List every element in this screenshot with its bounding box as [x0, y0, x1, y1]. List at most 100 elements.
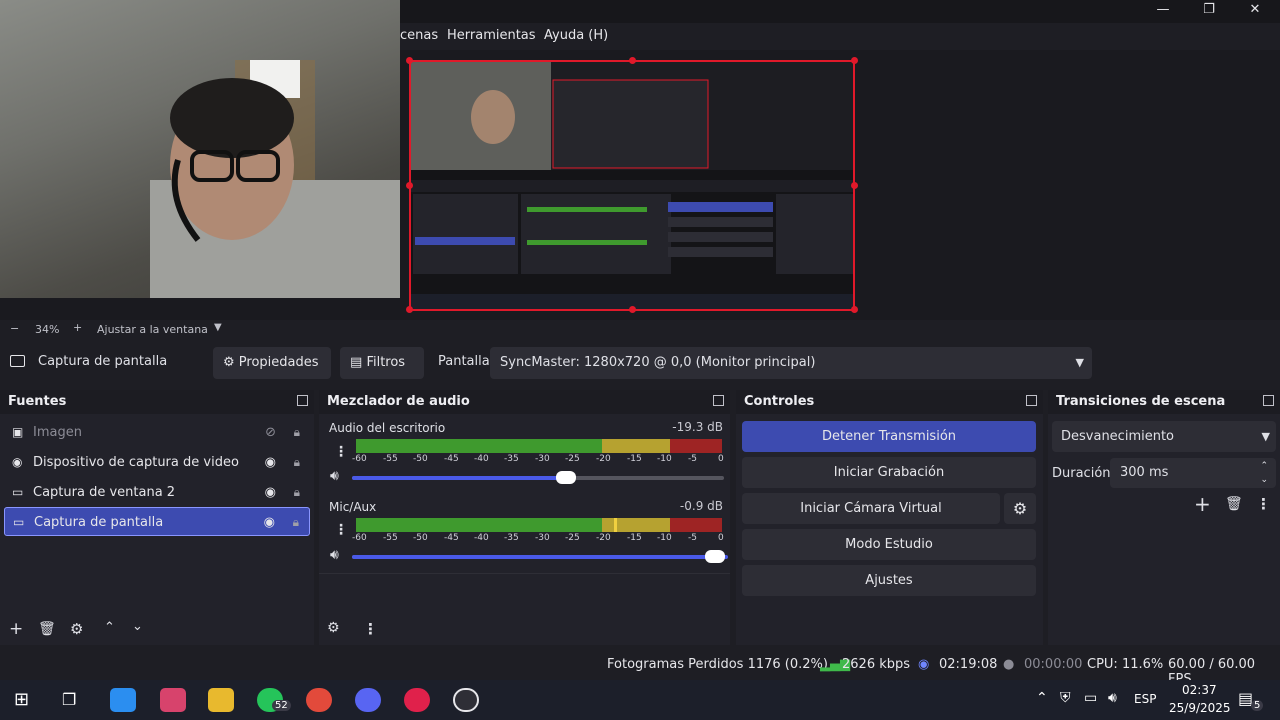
monitor-icon	[10, 355, 25, 367]
move-down-icon[interactable]: ⌄	[132, 619, 143, 634]
obs-icon[interactable]	[453, 688, 479, 712]
display-select[interactable]: SyncMaster: 1280x720 @ 0,0 (Monitor prin…	[490, 347, 1092, 379]
transition-menu-icon[interactable]: ⋮	[1256, 495, 1271, 513]
shield-icon[interactable]: ⛨	[1060, 690, 1071, 706]
clock-time[interactable]: 02:37	[1182, 683, 1217, 697]
controls-dock-title: Controles	[736, 390, 1043, 414]
gear-icon[interactable]: ⚙	[70, 620, 83, 638]
resize-handle-tl[interactable]	[406, 57, 413, 64]
add-transition-icon[interactable]: +	[1194, 492, 1211, 516]
source-item-window-capture[interactable]: ▭ Captura de ventana 2 ◉ 🔒︎	[4, 478, 310, 507]
zoom-out-button[interactable]: −	[10, 322, 19, 335]
store-icon[interactable]	[110, 688, 136, 712]
menu-help[interactable]: Ayuda (H)	[544, 28, 608, 43]
discord-icon[interactable]	[355, 688, 381, 712]
lock-icon[interactable]: 🔒︎	[293, 508, 299, 537]
properties-button[interactable]: ⚙ Propiedades	[213, 347, 331, 379]
preview-canvas[interactable]	[406, 57, 858, 313]
fit-to-window-label[interactable]: Ajustar a la ventana	[97, 323, 208, 336]
tick-label: -60	[352, 454, 367, 464]
zoom-dropdown-icon[interactable]: ▼	[214, 322, 222, 333]
start-virtual-camera-button[interactable]: Iniciar Cámara Virtual	[742, 493, 1000, 524]
undock-icon[interactable]	[713, 395, 724, 406]
advanced-audio-icon[interactable]: ⚙	[327, 620, 340, 636]
tick-label: -10	[657, 533, 672, 543]
eye-icon[interactable]: ◉	[264, 508, 275, 537]
clock-date[interactable]: 25/9/2025	[1169, 701, 1231, 715]
task-view-icon[interactable]: ❐	[62, 690, 76, 709]
source-label: Imagen	[33, 425, 82, 440]
network-icon[interactable]: ▭	[1084, 690, 1097, 706]
settings-button[interactable]: Ajustes	[742, 565, 1036, 596]
spin-down-icon[interactable]: ⌄	[1260, 465, 1268, 495]
volume-slider-mic[interactable]	[352, 550, 728, 563]
volume-fill	[352, 476, 567, 480]
tray-expand-icon[interactable]: ⌃	[1036, 690, 1048, 706]
paint-icon[interactable]	[160, 688, 186, 712]
source-item-image[interactable]: ▣ Imagen ⊘ 🔒︎	[4, 418, 310, 447]
controls-dock: Controles Detener Transmisión Iniciar Gr…	[736, 390, 1043, 645]
resize-handle-tr[interactable]	[851, 57, 858, 64]
zoom-level: 34%	[35, 323, 60, 336]
stream-icon: ◉	[918, 657, 930, 672]
eye-hidden-icon[interactable]: ⊘	[265, 418, 276, 447]
chrome-icon[interactable]	[306, 688, 332, 712]
maximize-button[interactable]: ❐	[1186, 2, 1232, 20]
menu-tools[interactable]: Herramientas	[447, 28, 536, 43]
channel-menu-icon[interactable]: ⋮	[334, 522, 348, 538]
resize-handle-t[interactable]	[629, 57, 636, 64]
source-item-display-capture[interactable]: ▭ Captura de pantalla ◉ 🔒︎	[4, 507, 310, 536]
transition-select[interactable]: Desvanecimiento ▼	[1052, 421, 1276, 452]
tick-label: -55	[383, 533, 398, 543]
speaker-icon[interactable]: 🔊︎	[330, 468, 339, 484]
gear-icon: ⚙	[1012, 499, 1028, 518]
resize-handle-bl[interactable]	[406, 306, 413, 313]
trash-icon[interactable]: 🗑︎	[1225, 496, 1243, 512]
virtual-camera-settings-button[interactable]: ⚙	[1004, 493, 1036, 524]
tick-label: -25	[565, 454, 580, 464]
channel-menu-icon[interactable]: ⋮	[334, 444, 348, 460]
stop-streaming-button[interactable]: Detener Transmisión	[742, 421, 1036, 452]
menu-scenes[interactable]: cenas	[400, 28, 438, 43]
resize-handle-b[interactable]	[629, 306, 636, 313]
move-up-icon[interactable]: ⌃	[104, 620, 115, 635]
lock-icon[interactable]: 🔒︎	[294, 448, 300, 477]
mixer-menu-icon[interactable]: ⋮	[363, 620, 378, 638]
speaker-icon[interactable]: 🔊︎	[330, 547, 339, 563]
file-explorer-icon[interactable]	[208, 688, 234, 712]
volume-icon[interactable]: 🔊︎	[1108, 690, 1117, 706]
close-button[interactable]: ✕	[1232, 2, 1278, 20]
filters-button[interactable]: ▤ Filtros	[340, 347, 424, 379]
channel-name-desktop: Audio del escritorio	[329, 421, 446, 435]
zoom-bar: − 34% + Ajustar a la ventana ▼	[0, 320, 1280, 340]
media-player-icon[interactable]	[404, 688, 430, 712]
volume-knob[interactable]	[705, 550, 725, 563]
eye-icon[interactable]: ◉	[265, 478, 276, 507]
undock-icon[interactable]	[1263, 395, 1274, 406]
whatsapp-badge: 52	[272, 700, 291, 711]
tick-label: 0	[718, 533, 724, 543]
duration-spinbox[interactable]: 300 ms ⌃ ⌄	[1110, 458, 1276, 488]
source-label: Captura de pantalla	[34, 515, 164, 530]
studio-mode-button[interactable]: Modo Estudio	[742, 529, 1036, 560]
source-label: Dispositivo de captura de video	[33, 455, 239, 470]
windows-start-icon[interactable]: ⊞	[14, 689, 29, 710]
zoom-in-button[interactable]: +	[73, 321, 82, 334]
trash-icon[interactable]: 🗑︎	[38, 621, 56, 637]
eye-icon[interactable]: ◉	[265, 448, 276, 477]
add-source-icon[interactable]: +	[9, 619, 23, 639]
start-recording-button[interactable]: Iniciar Grabación	[742, 457, 1036, 488]
volume-knob[interactable]	[556, 471, 576, 484]
minimize-button[interactable]: —	[1140, 2, 1186, 20]
language-indicator[interactable]: ESP	[1134, 692, 1156, 706]
resize-handle-l[interactable]	[406, 182, 413, 189]
volume-slider-desktop[interactable]	[352, 471, 724, 484]
lock-icon[interactable]: 🔒︎	[294, 478, 300, 507]
undock-icon[interactable]	[1026, 395, 1037, 406]
monitor-icon: ▭	[13, 515, 25, 529]
source-item-video-capture[interactable]: ◉ Dispositivo de captura de video ◉ 🔒︎	[4, 448, 310, 477]
lock-icon[interactable]: 🔒︎	[294, 418, 300, 447]
resize-handle-r[interactable]	[851, 182, 858, 189]
resize-handle-br[interactable]	[851, 306, 858, 313]
undock-icon[interactable]	[297, 395, 308, 406]
